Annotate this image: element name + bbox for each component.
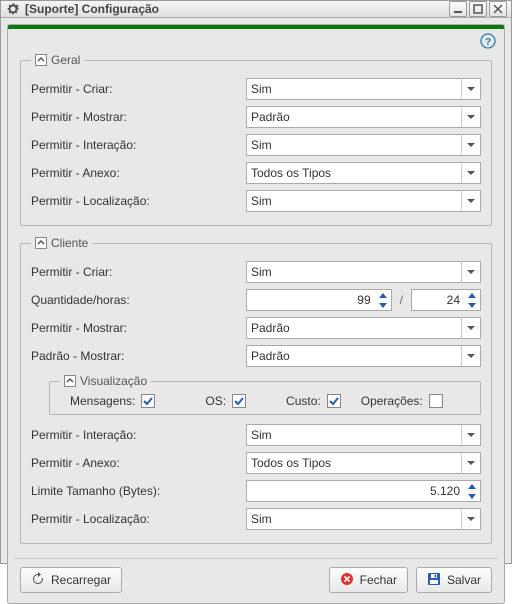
label-custo: Custo: <box>286 394 321 408</box>
save-button[interactable]: Salvar <box>416 567 492 593</box>
spinner-down-icon[interactable] <box>464 300 480 310</box>
select-value: Padrão <box>251 321 461 335</box>
gear-icon <box>5 1 21 17</box>
spinner-horas[interactable]: 24 <box>411 289 481 311</box>
label-os: OS: <box>205 394 226 408</box>
spinner-value: 99 <box>247 293 375 307</box>
select-geral-anexo[interactable]: Todos os Tipos <box>246 162 481 184</box>
select-cliente-mostrar[interactable]: Padrão <box>246 317 481 339</box>
close-icon <box>340 572 354 589</box>
label-operacoes: Operações: <box>361 394 423 408</box>
save-icon <box>427 572 441 589</box>
legend-geral-text: Geral <box>51 53 80 67</box>
panel: ? Geral Permitir - Criar: Sim <box>7 24 505 604</box>
reload-icon <box>31 572 45 589</box>
group-geral: Geral Permitir - Criar: Sim Permitir - M… <box>20 53 492 226</box>
chevron-down-icon <box>461 318 479 338</box>
legend-cliente-text: Cliente <box>51 236 88 250</box>
select-value: Padrão <box>251 110 461 124</box>
spinner-down-icon[interactable] <box>375 300 391 310</box>
label-padrao-mostrar: Padrão - Mostrar: <box>31 349 246 363</box>
select-geral-interacao[interactable]: Sim <box>246 134 481 156</box>
spinner-value: 5.120 <box>247 484 464 498</box>
label-cliente-interacao: Permitir - Interação: <box>31 428 246 442</box>
spinner-down-icon[interactable] <box>464 491 480 501</box>
chevron-down-icon <box>461 509 479 529</box>
chevron-down-icon <box>461 163 479 183</box>
chevron-down-icon <box>461 135 479 155</box>
select-padrao-mostrar[interactable]: Padrão <box>246 345 481 367</box>
close-button[interactable] <box>489 1 507 17</box>
chevron-down-icon <box>461 262 479 282</box>
select-value: Sim <box>251 265 461 279</box>
spinner-up-icon[interactable] <box>375 290 391 300</box>
select-value: Padrão <box>251 349 461 363</box>
chevron-down-icon <box>461 107 479 127</box>
chevron-down-icon <box>461 79 479 99</box>
select-value: Sim <box>251 194 461 208</box>
label-quantidade: Quantidade/horas: <box>31 293 246 307</box>
checkbox-mensagens[interactable] <box>141 394 155 408</box>
reload-button[interactable]: Recarregar <box>20 567 122 593</box>
separator: / <box>398 293 405 307</box>
select-value: Todos os Tipos <box>251 166 461 180</box>
spinner-value: 24 <box>412 293 464 307</box>
label-geral-interacao: Permitir - Interação: <box>31 138 246 152</box>
accent-bar <box>8 25 504 29</box>
select-value: Sim <box>251 82 461 96</box>
select-cliente-interacao[interactable]: Sim <box>246 424 481 446</box>
legend-visualizacao: Visualização <box>60 374 151 388</box>
maximize-button[interactable] <box>469 1 487 17</box>
label-cliente-anexo: Permitir - Anexo: <box>31 456 246 470</box>
label-cliente-mostrar: Permitir - Mostrar: <box>31 321 246 335</box>
minimize-button[interactable] <box>449 1 467 17</box>
label-cliente-criar: Permitir - Criar: <box>31 265 246 279</box>
collapse-toggle-geral[interactable] <box>35 54 47 66</box>
select-value: Todos os Tipos <box>251 456 461 470</box>
select-value: Sim <box>251 138 461 152</box>
spinner-up-icon[interactable] <box>464 290 480 300</box>
collapse-toggle-viz[interactable] <box>64 375 76 387</box>
save-label: Salvar <box>447 573 481 587</box>
select-geral-criar[interactable]: Sim <box>246 78 481 100</box>
label-geral-anexo: Permitir - Anexo: <box>31 166 246 180</box>
legend-geral: Geral <box>31 53 84 67</box>
reload-label: Recarregar <box>51 573 111 587</box>
close-button-footer[interactable]: Fechar <box>329 567 408 593</box>
checkbox-os[interactable] <box>232 394 246 408</box>
collapse-toggle-cliente[interactable] <box>35 237 47 249</box>
spinner-up-icon[interactable] <box>464 481 480 491</box>
config-window: [Suporte] Configuração ? Geral Permitir … <box>0 0 512 564</box>
group-cliente: Cliente Permitir - Criar: Sim Quantidade… <box>20 236 492 544</box>
label-mensagens: Mensagens: <box>70 394 135 408</box>
label-geral-criar: Permitir - Criar: <box>31 82 246 96</box>
chevron-down-icon <box>461 191 479 211</box>
label-cliente-localizacao: Permitir - Localização: <box>31 512 246 526</box>
chevron-down-icon <box>461 346 479 366</box>
select-geral-localizacao[interactable]: Sim <box>246 190 481 212</box>
label-limite-tamanho: Limite Tamanho (Bytes): <box>31 484 246 498</box>
close-label: Fechar <box>360 573 397 587</box>
chevron-down-icon <box>461 453 479 473</box>
window-title: [Suporte] Configuração <box>25 2 447 16</box>
chevron-down-icon <box>461 425 479 445</box>
select-cliente-anexo[interactable]: Todos os Tipos <box>246 452 481 474</box>
label-geral-mostrar: Permitir - Mostrar: <box>31 110 246 124</box>
select-value: Sim <box>251 428 461 442</box>
select-cliente-localizacao[interactable]: Sim <box>246 508 481 530</box>
svg-text:?: ? <box>485 37 491 48</box>
group-visualizacao: Visualização Mensagens: OS: Custo: <box>49 374 481 415</box>
select-geral-mostrar[interactable]: Padrão <box>246 106 481 128</box>
titlebar: [Suporte] Configuração <box>1 1 511 18</box>
select-value: Sim <box>251 512 461 526</box>
spinner-limite-tamanho[interactable]: 5.120 <box>246 480 481 502</box>
legend-viz-text: Visualização <box>80 374 147 388</box>
spinner-quantidade[interactable]: 99 <box>246 289 392 311</box>
legend-cliente: Cliente <box>31 236 92 250</box>
select-cliente-criar[interactable]: Sim <box>246 261 481 283</box>
checkbox-operacoes[interactable] <box>429 394 443 408</box>
help-icon[interactable]: ? <box>480 33 496 49</box>
checkbox-custo[interactable] <box>327 394 341 408</box>
label-geral-localizacao: Permitir - Localização: <box>31 194 246 208</box>
